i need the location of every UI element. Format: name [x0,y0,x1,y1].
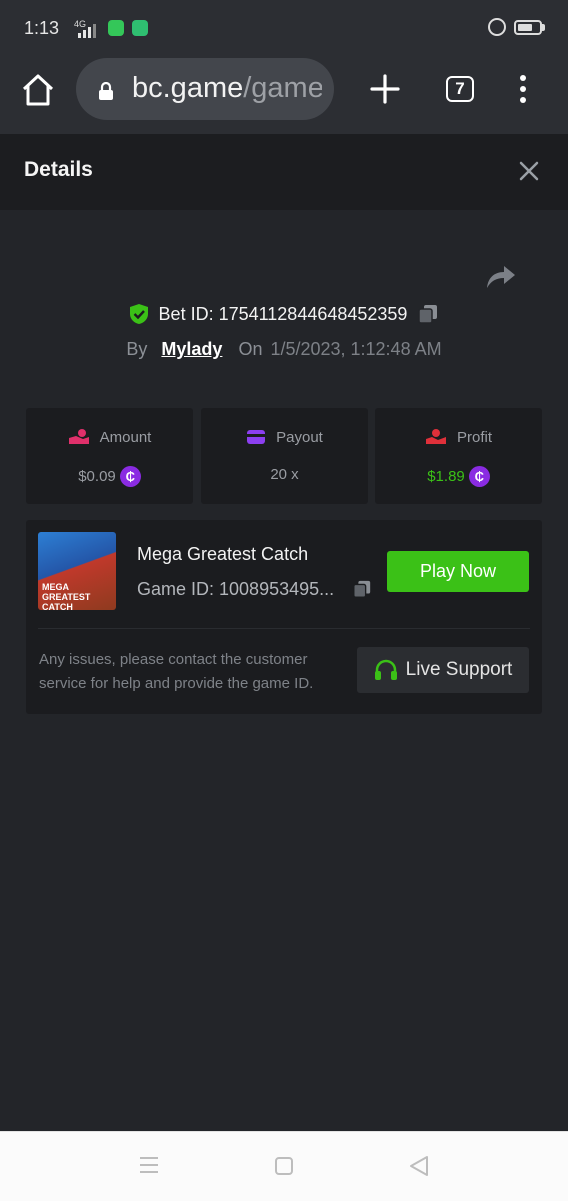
new-tab-icon[interactable] [368,72,402,106]
game-thumbnail[interactable]: MEGA GREATEST CATCH [38,532,116,610]
signal-icon [78,22,96,38]
wallet-icon [247,430,266,444]
recent-apps-icon[interactable] [138,1156,160,1174]
home-nav-icon[interactable] [274,1156,294,1176]
coin-icon: ₵ [119,466,141,487]
verified-shield-icon [129,304,148,324]
by-label: By [126,339,148,359]
stat-profit: Profit $1.89 ₵ [375,408,542,504]
stat-value: $1.89 [427,468,465,485]
messaging-app-icon-2 [132,20,148,36]
on-label: On [238,339,263,359]
play-now-button[interactable]: Play Now [387,551,529,592]
game-name[interactable]: Mega Greatest Catch [137,544,308,565]
coin-icon: ₵ [468,466,490,487]
lock-icon [99,82,113,100]
alarm-icon [488,18,506,36]
page-title: Details [24,158,93,181]
stat-value: 20 x [270,466,299,483]
divider [38,628,530,629]
bet-meta-row: By Mylady On 1/5/2023, 1:12:48 AM [0,339,568,360]
support-hint: Any issues, please contact the customer … [39,651,314,692]
bet-datetime: 1/5/2023, 1:12:48 AM [270,339,442,359]
user-link[interactable]: Mylady [161,339,222,360]
copy-icon[interactable] [417,303,439,325]
battery-tip [542,24,545,31]
live-support-label: Live Support [405,659,513,680]
close-icon[interactable] [518,160,540,182]
tab-switcher-button[interactable]: 7 [446,76,474,102]
copy-game-id-icon[interactable] [352,578,372,600]
status-time: 1:13 [24,18,60,38]
stat-label: Payout [276,428,323,446]
profit-hand-icon [425,429,446,444]
stat-amount: Amount $0.09 ₵ [26,408,193,504]
bet-id: Bet ID: 1754112844648452359 [158,303,408,324]
back-nav-icon[interactable] [408,1155,430,1177]
home-icon[interactable] [20,72,56,108]
stat-payout: Payout 20 x [201,408,368,504]
url-text[interactable]: bc.game/game [132,72,322,105]
stat-label: Amount [99,428,152,446]
hand-coin-icon [68,429,89,444]
battery-icon [514,20,542,35]
game-thumbnail-text: MEGA GREATEST CATCH [42,582,91,610]
messaging-app-icon [108,20,124,36]
game-id: Game ID: 1008953495... [137,579,335,599]
stat-value: $0.09 [78,468,116,485]
headset-icon [374,659,397,680]
more-menu-icon[interactable] [516,74,530,104]
bet-id-row: Bet ID: 1754112844648452359 [0,303,568,325]
live-support-button[interactable]: Live Support [357,647,529,693]
share-icon[interactable] [486,264,516,290]
stat-label: Profit [456,428,492,446]
